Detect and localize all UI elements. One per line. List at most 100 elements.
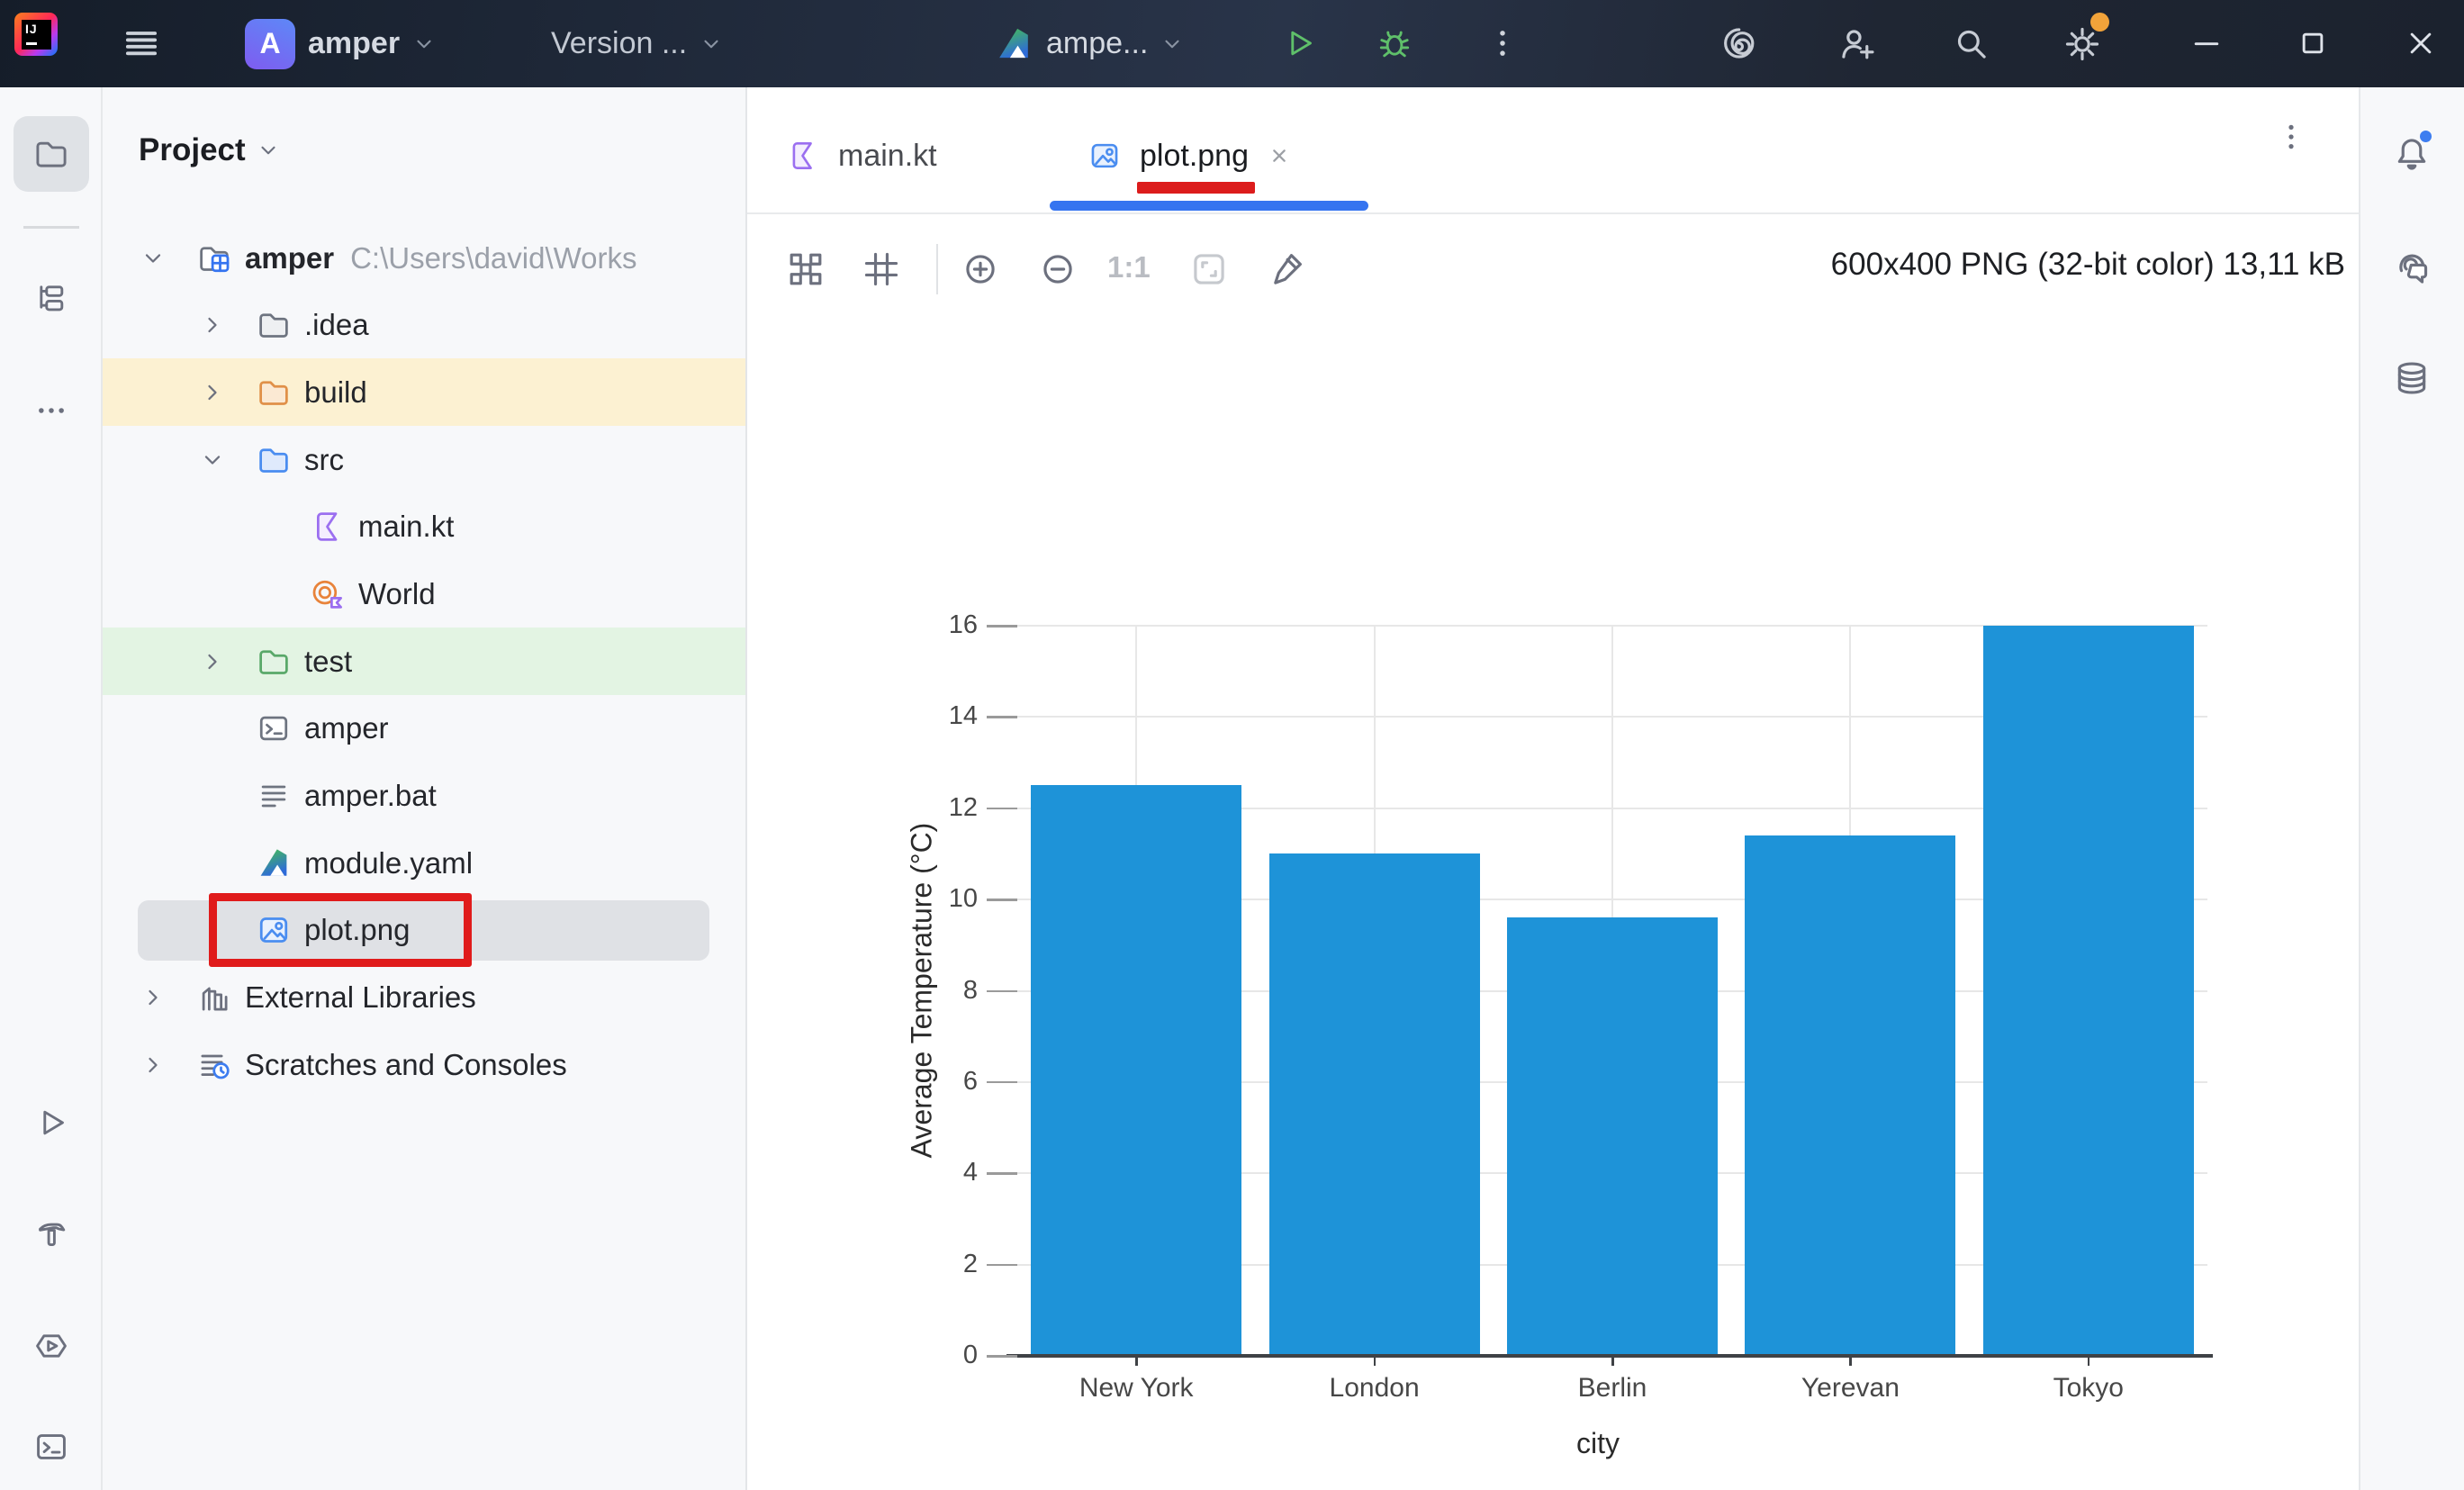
y-axis-tick-label: 14	[891, 701, 978, 731]
debug-button[interactable]	[1376, 23, 1413, 61]
image-viewer-toolbar: 1:1 600x400 PNG (32-bit color) 13,11 kB	[747, 214, 2359, 324]
pixel-grid-icon[interactable]	[861, 248, 902, 290]
window-minimize-button[interactable]	[2188, 24, 2225, 62]
terminal-tool-window-button[interactable]	[32, 1428, 70, 1466]
x-axis-tick	[2088, 1357, 2090, 1366]
more-tool-windows-button[interactable]	[32, 392, 70, 429]
tree-item-idea[interactable]: .idea	[103, 292, 745, 359]
zoom-in-icon[interactable]	[960, 248, 1001, 290]
window-maximize-button[interactable]	[2294, 24, 2332, 62]
ai-assistant-tool-window-button[interactable]	[2391, 247, 2432, 288]
tab-plot-png[interactable]: plot.png	[1050, 99, 1368, 212]
tree-item-test[interactable]: test	[103, 628, 745, 695]
build-tool-window-button[interactable]	[32, 1213, 70, 1251]
project-widget[interactable]: A amper	[245, 0, 436, 87]
tab-close-icon[interactable]	[1267, 143, 1292, 168]
project-panel-title: Project	[139, 132, 246, 168]
image-info-text: 600x400 PNG (32-bit color) 13,11 kB	[1831, 247, 2345, 283]
y-axis-tick-label: 16	[891, 610, 978, 640]
more-actions-kebab-icon[interactable]	[1484, 24, 1521, 62]
tree-item-scratches-and-consoles[interactable]: Scratches and Consoles	[103, 1031, 745, 1098]
chevron-down-icon[interactable]	[200, 447, 225, 473]
bar-yerevan	[1745, 835, 1955, 1356]
image-file-icon	[1088, 139, 1122, 173]
ai-assistant-icon[interactable]	[1718, 23, 1759, 64]
text-file-icon	[256, 778, 292, 814]
notifications-badge-dot	[2420, 131, 2432, 142]
vcs-widget[interactable]: Version ...	[551, 0, 723, 87]
tree-item-src[interactable]: src	[103, 426, 745, 493]
bar-new-york	[1031, 785, 1241, 1356]
chevron-right-icon[interactable]	[140, 1052, 166, 1078]
libraries-icon	[196, 980, 232, 1016]
tree-item-label: .idea	[304, 308, 369, 342]
editor-tab-bar: main.kt plot.png	[747, 87, 2359, 214]
actual-size-button[interactable]: 1:1	[1107, 250, 1151, 284]
x-axis-tick	[1374, 1357, 1376, 1366]
shell-file-icon	[256, 710, 292, 746]
tree-item-external-libraries[interactable]: External Libraries	[103, 963, 745, 1031]
tree-item-main-kt[interactable]: main.kt	[103, 493, 745, 561]
tree-item-label: Scratches and Consoles	[245, 1048, 567, 1082]
structure-tool-window-button[interactable]	[32, 278, 70, 316]
tree-item-label: External Libraries	[245, 980, 476, 1015]
zoom-out-icon[interactable]	[1037, 248, 1079, 290]
database-tool-window-button[interactable]	[2391, 357, 2432, 399]
x-axis-tick-label: Tokyo	[1981, 1373, 2197, 1404]
project-root-icon	[196, 240, 232, 276]
vcs-widget-label: Version ...	[551, 26, 687, 61]
code-with-me-icon[interactable]	[1837, 23, 1878, 64]
title-bar: IJ A amper Version ... ampe...	[0, 0, 2464, 87]
chevron-down-icon[interactable]	[140, 246, 166, 271]
tree-item-amper[interactable]: amperC:\Users\david\Works	[103, 224, 745, 292]
tree-item-label: amper	[245, 241, 334, 275]
tree-item-module-yaml[interactable]: module.yaml	[103, 829, 745, 897]
window-close-button[interactable]	[2402, 24, 2440, 62]
run-configuration-label: ampe...	[1046, 26, 1148, 61]
run-button[interactable]	[1280, 24, 1318, 62]
y-axis-tick-label: 4	[891, 1158, 978, 1187]
bar-tokyo	[1983, 626, 2194, 1356]
y-axis-tick	[987, 899, 1017, 901]
chevron-right-icon[interactable]	[200, 649, 225, 674]
run-configuration-widget[interactable]: ampe...	[994, 0, 1184, 87]
project-panel: Project amperC:\Users\david\Works .idea bu…	[103, 87, 747, 1490]
chevron-right-icon[interactable]	[200, 312, 225, 338]
editor-options-kebab-icon[interactable]	[2273, 119, 2309, 155]
tree-item-amper[interactable]: amper	[103, 695, 745, 763]
tree-item-build[interactable]: build	[103, 358, 745, 426]
folder-green-icon	[256, 644, 292, 680]
tab-label: plot.png	[1140, 139, 1249, 174]
tree-item-world[interactable]: World	[103, 560, 745, 628]
y-axis-tick	[987, 1172, 1017, 1175]
run-tool-window-button[interactable]	[32, 1104, 70, 1142]
x-axis-tick-label: Yerevan	[1742, 1373, 1958, 1404]
project-panel-header[interactable]: Project	[139, 132, 280, 168]
x-axis-tick-label: London	[1267, 1373, 1483, 1404]
main-menu-hamburger-icon[interactable]	[122, 23, 161, 63]
chevron-right-icon[interactable]	[200, 380, 225, 405]
tree-item-label: main.kt	[358, 510, 454, 544]
eyedropper-icon[interactable]	[1266, 248, 1307, 290]
tree-item-label: World	[358, 577, 436, 611]
y-axis-tick	[987, 1081, 1017, 1084]
y-axis-tick-label: 6	[891, 1067, 978, 1097]
tree-item-label: build	[304, 375, 367, 410]
project-tool-window-button[interactable]	[32, 135, 70, 173]
right-tool-stripe	[2359, 87, 2464, 1490]
bar-berlin	[1507, 917, 1718, 1356]
y-axis-tick-label: 2	[891, 1250, 978, 1279]
fit-to-window-icon[interactable]	[1188, 248, 1230, 290]
services-tool-window-button[interactable]	[32, 1327, 70, 1365]
stripe-divider	[23, 226, 79, 229]
transparency-chessboard-icon[interactable]	[785, 248, 826, 290]
amper-logo-icon	[994, 24, 1033, 64]
y-axis-tick-label: 12	[891, 793, 978, 823]
tree-item-amper-bat[interactable]: amper.bat	[103, 762, 745, 829]
chevron-right-icon[interactable]	[140, 985, 166, 1010]
search-everywhere-icon[interactable]	[1950, 23, 1991, 64]
tab-main-kt[interactable]: main.kt	[761, 99, 991, 212]
settings-notification-dot	[2090, 13, 2109, 32]
tree-item-plot-png[interactable]: plot.png	[103, 897, 745, 964]
bar-london	[1269, 853, 1480, 1356]
